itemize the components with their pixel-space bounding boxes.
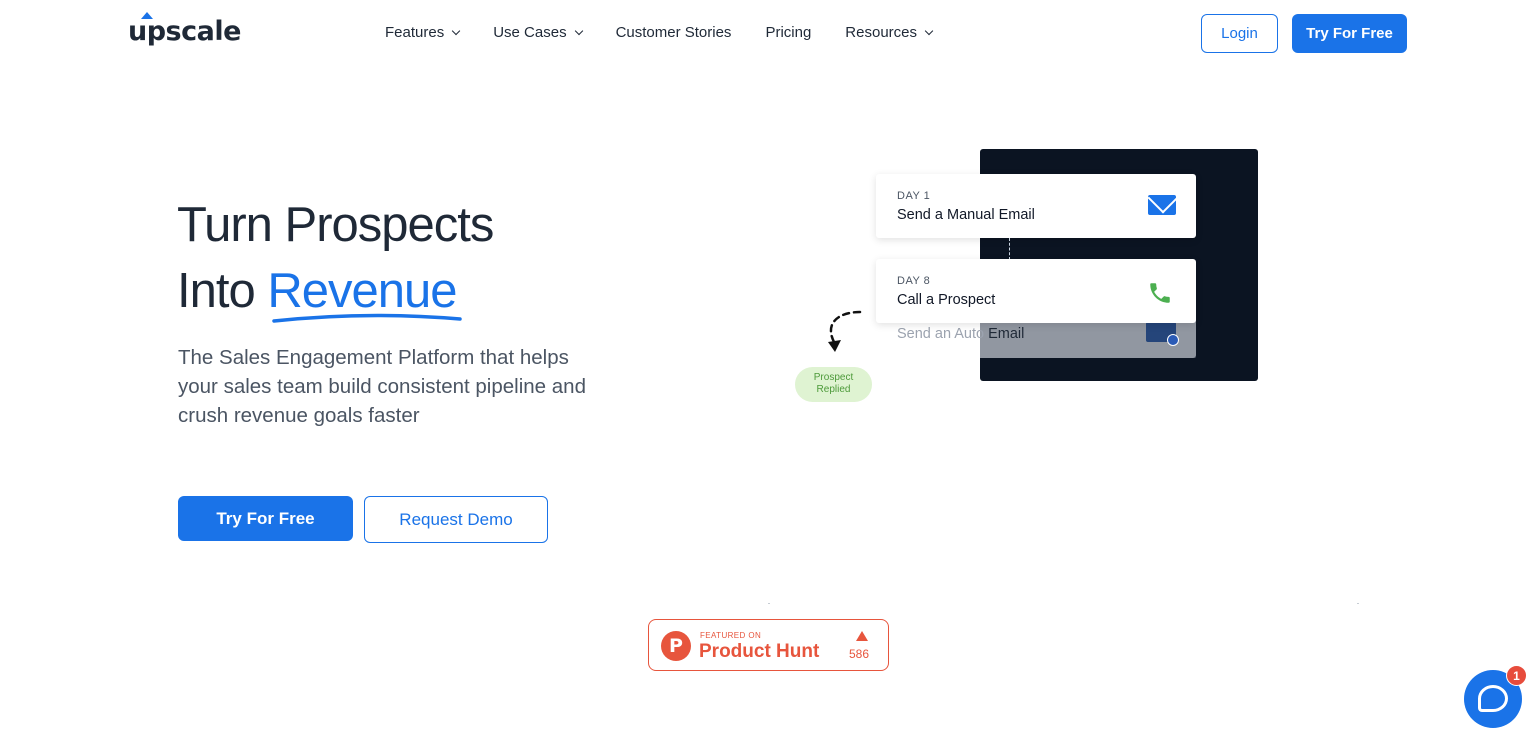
- upvote-triangle-icon: [856, 631, 868, 641]
- title-underline-decoration: [272, 313, 462, 323]
- nav-use-cases[interactable]: Use Cases: [493, 24, 583, 41]
- nav-pricing-label: Pricing: [765, 24, 812, 41]
- chat-notification-badge: 1: [1506, 665, 1527, 686]
- nav-features-label: Features: [385, 24, 445, 41]
- product-hunt-upvote-count: 586: [849, 647, 870, 661]
- try-for-free-nav-button[interactable]: Try For Free: [1292, 14, 1407, 53]
- chat-bubble-icon: [1478, 685, 1508, 712]
- mail-icon: [1146, 322, 1179, 346]
- phone-icon: [1150, 283, 1170, 303]
- logo-arrow-icon: [141, 12, 153, 19]
- step-day-label: DAY 1: [897, 190, 931, 202]
- mail-icon: [1148, 195, 1176, 215]
- faded-task-part2: Email: [988, 326, 1025, 342]
- faded-step-task-label: Send an Auto Email: [897, 326, 1024, 342]
- product-hunt-name: Product Hunt: [699, 641, 820, 662]
- step-task-label: Send a Manual Email: [897, 207, 1035, 223]
- login-button[interactable]: Login: [1201, 14, 1278, 53]
- prospect-replied-badge: Prospect Replied: [795, 367, 872, 402]
- logo[interactable]: upscale: [128, 12, 241, 47]
- curved-arrow-icon: [828, 310, 862, 352]
- hero-title-line2-prefix: Into: [177, 264, 268, 318]
- hero-subtitle: The Sales Engagement Platform that helps…: [178, 346, 586, 427]
- nav-use-cases-label: Use Cases: [493, 24, 567, 41]
- product-hunt-featured-label: FEATURED ON: [700, 631, 762, 640]
- nav-resources-label: Resources: [845, 24, 917, 41]
- step-day-label: DAY 8: [897, 275, 931, 287]
- hero-title: Turn Prospects Into Revenue: [177, 192, 494, 324]
- nav-pricing[interactable]: Pricing: [765, 24, 811, 41]
- chevron-down-icon: [924, 26, 934, 35]
- request-demo-button[interactable]: Request Demo: [364, 496, 548, 543]
- chevron-down-icon: [451, 26, 461, 35]
- replied-line1: Prospect: [813, 372, 854, 383]
- divider-dot: [768, 603, 770, 604]
- logo-text: upscale: [128, 16, 241, 47]
- nav-customer-stories-label: Customer Stories: [615, 24, 732, 41]
- nav-resources[interactable]: Resources: [845, 24, 934, 41]
- nav-customer-stories[interactable]: Customer Stories: [616, 24, 732, 41]
- divider-dot: [1357, 603, 1359, 604]
- product-hunt-logo-icon: P: [661, 631, 691, 661]
- faded-task-part1: Send an Auto: [897, 326, 989, 342]
- step-task-label: Call a Prospect: [897, 292, 996, 308]
- chevron-down-icon: [574, 26, 583, 35]
- step-connector: [1009, 238, 1010, 260]
- main-nav: Features Use Cases Customer Stories Pric…: [385, 24, 966, 41]
- replied-line2: Replied: [816, 384, 851, 395]
- hero-title-line1: Turn Prospects: [177, 198, 494, 252]
- product-hunt-badge[interactable]: P FEATURED ON Product Hunt 586: [648, 619, 889, 671]
- try-for-free-hero-button[interactable]: Try For Free: [178, 496, 353, 541]
- nav-features[interactable]: Features: [385, 24, 461, 41]
